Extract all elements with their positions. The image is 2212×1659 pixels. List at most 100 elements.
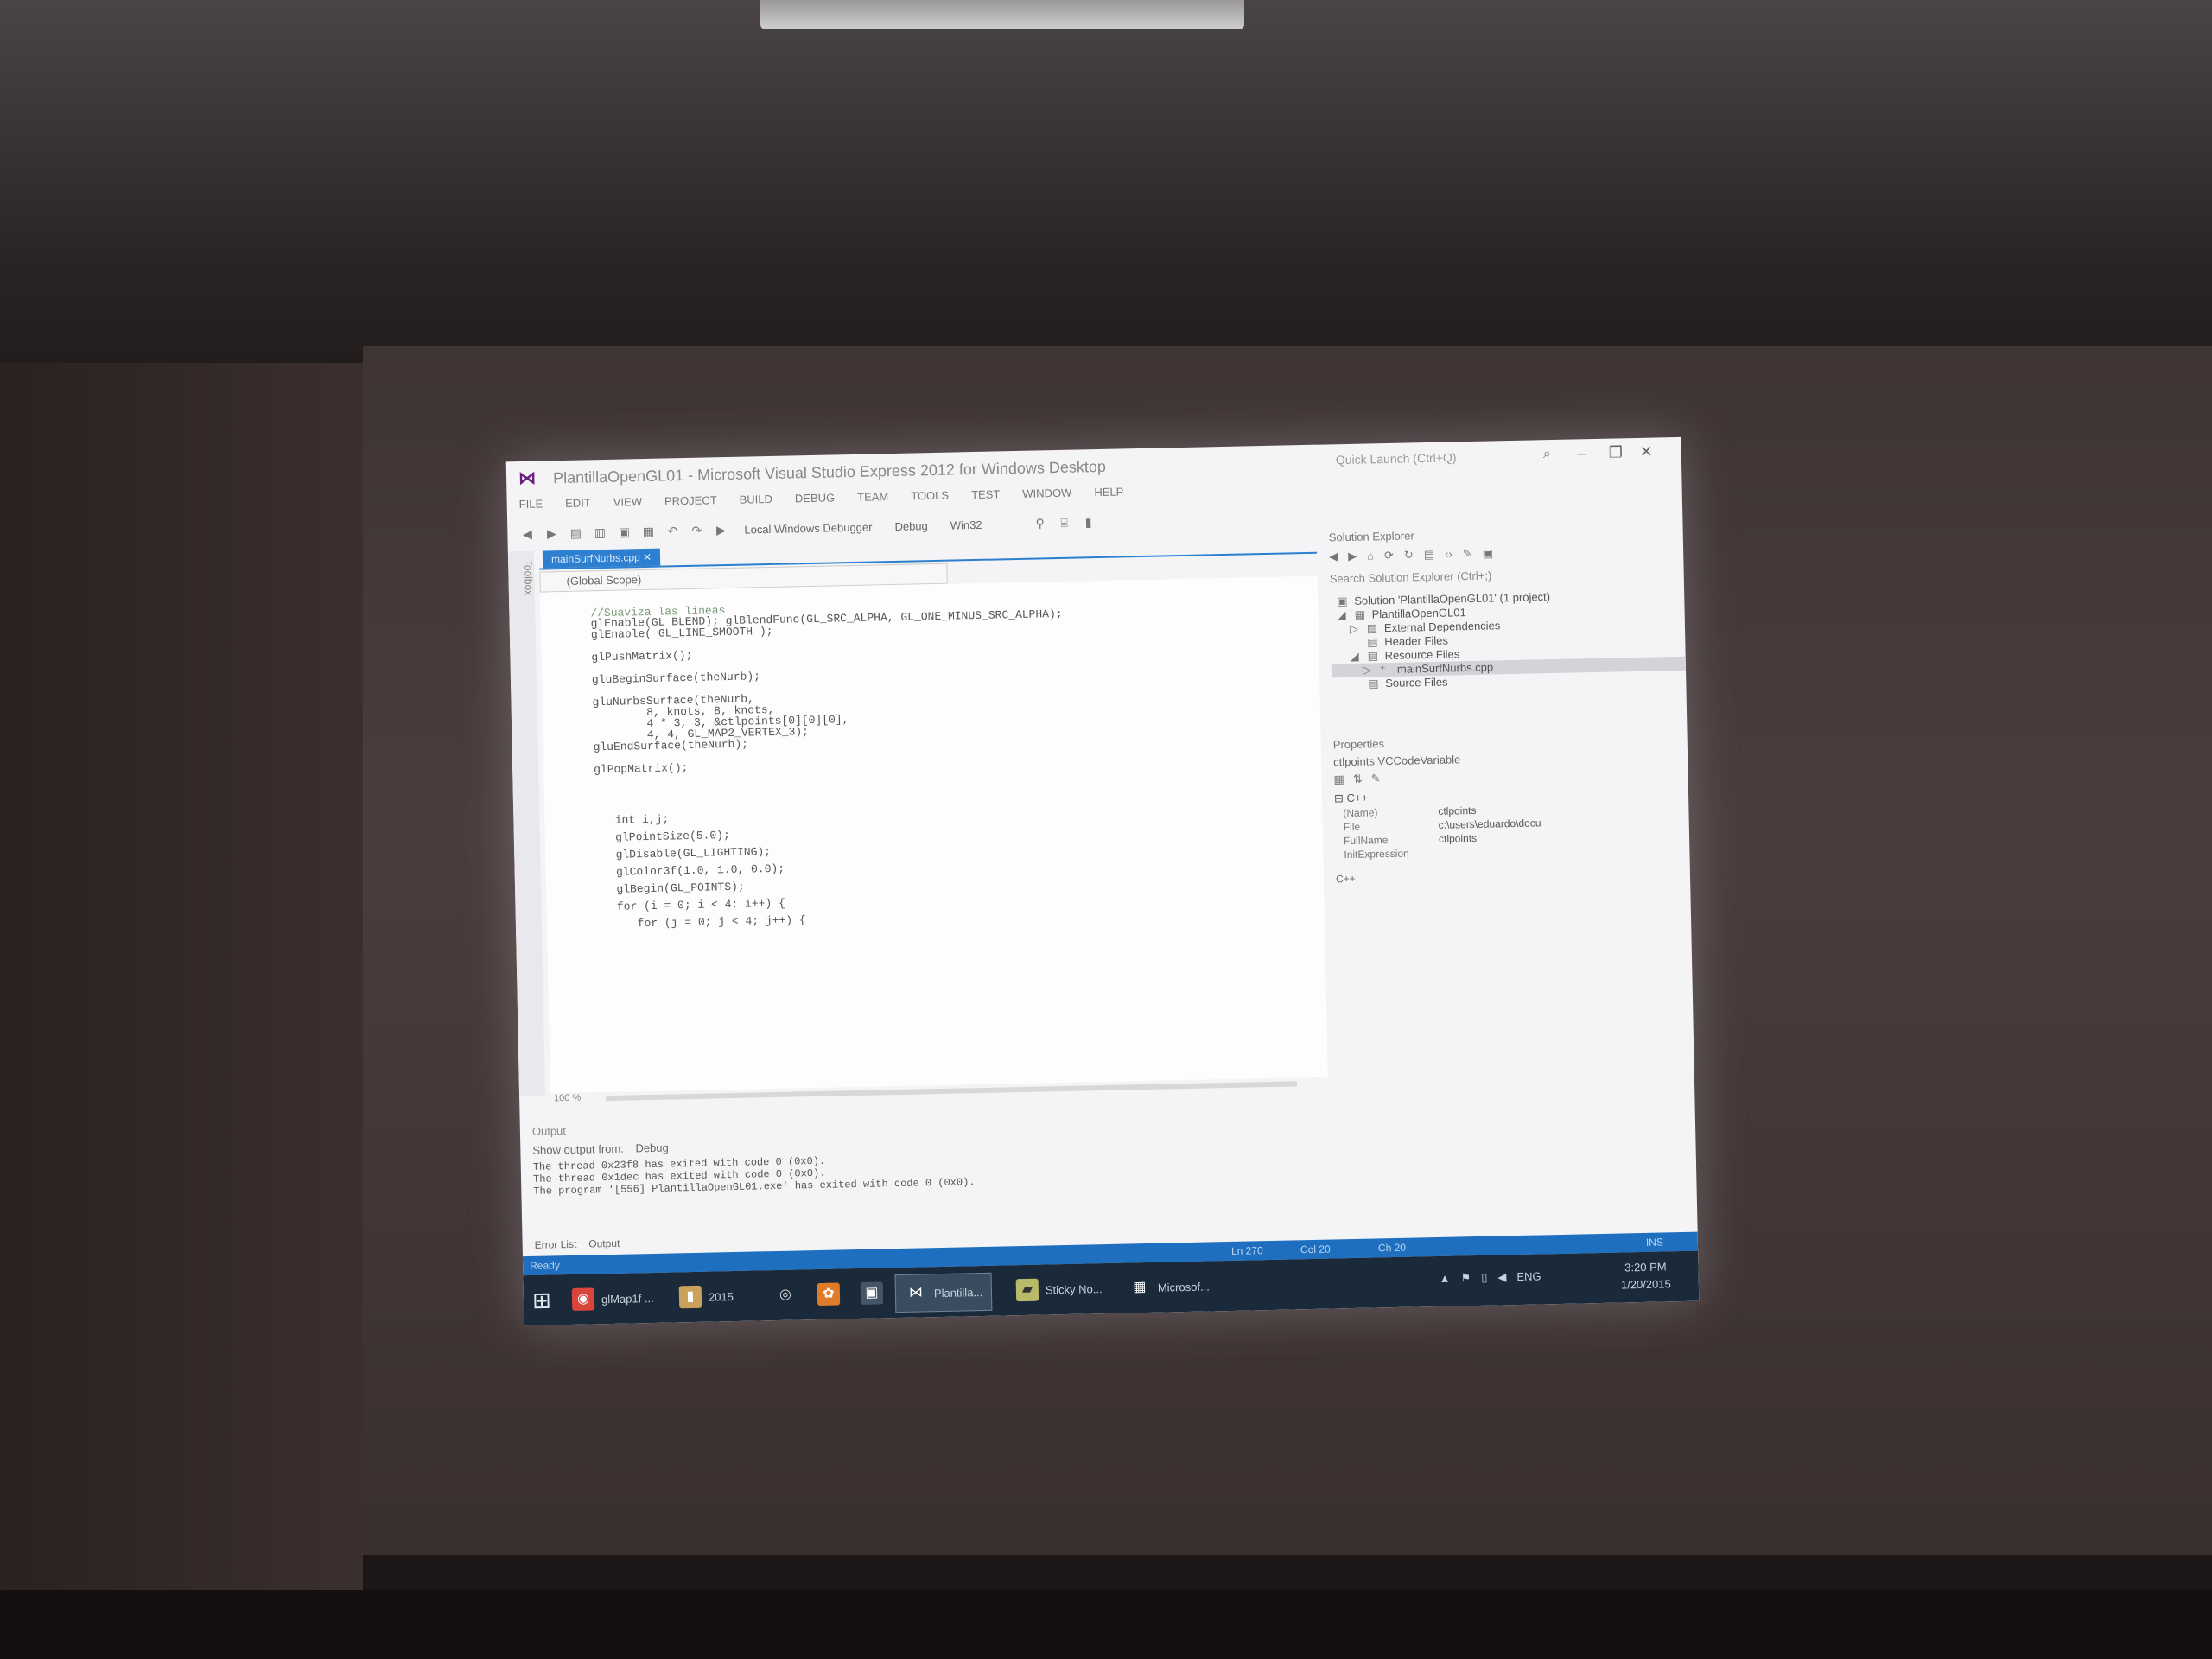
menu-help[interactable]: HELP (1094, 485, 1123, 505)
menu-team[interactable]: TEAM (857, 490, 889, 510)
code-editor[interactable]: //Suaviza las lineas glEnable(GL_BLEND);… (539, 575, 1328, 1094)
visual-studio-icon: ⋈ (908, 1285, 924, 1300)
window-title: PlantillaOpenGL01 - Microsoft Visual Stu… (552, 457, 1107, 486)
taskbar-visual-studio[interactable]: ⋈ Plantilla... (894, 1272, 993, 1313)
ceiling-light (760, 0, 1244, 29)
properties-category[interactable]: ⊟ C++ (1334, 791, 1368, 806)
save-icon[interactable]: ▣ (616, 524, 632, 539)
code-line: glPopMatrix(); (594, 761, 689, 777)
expanded-arrow-icon: ◢ (1350, 649, 1359, 663)
code-line: for (j = 0; j < 4; j++) { (596, 913, 806, 931)
app-icon: ◎ (779, 1287, 792, 1302)
project-icon: ▦ (1354, 607, 1366, 621)
menu-project[interactable]: PROJECT (664, 493, 717, 513)
solution-icon: ▣ (1337, 594, 1348, 608)
open-icon[interactable]: ▥ (592, 524, 607, 540)
menu-file[interactable]: FILE (519, 497, 543, 517)
tree-item-header-files[interactable]: ▤ Header Files (1367, 634, 1448, 650)
property-pages-icon[interactable]: ✎ (1371, 772, 1381, 785)
bottom-panel-tabs: Error List Output (535, 1237, 620, 1251)
tab-error-list[interactable]: Error List (535, 1238, 577, 1251)
back-icon[interactable]: ◀ (519, 526, 535, 542)
code-line: for (i = 0; i < 4; i++) { (596, 896, 786, 914)
save-all-icon[interactable]: ▦ (640, 524, 656, 539)
windows-start-icon[interactable]: ⊞ (532, 1287, 551, 1313)
solution-explorer-search[interactable]: Search Solution Explorer (Ctrl+;) (1330, 565, 1675, 585)
show-hidden-icons-icon[interactable]: ▲ (1440, 1272, 1451, 1286)
collapse-box-icon: ⊟ (1333, 791, 1347, 805)
status-column: Col 20 (1300, 1243, 1331, 1256)
folder-icon: ▤ (1368, 677, 1379, 690)
configuration-select[interactable]: Debug (887, 518, 935, 533)
view-code-icon[interactable]: ‹› (1445, 547, 1452, 561)
taskbar-microsoft[interactable]: ▦ Microsof... (1119, 1268, 1218, 1306)
redo-icon[interactable]: ↷ (689, 523, 704, 538)
taskbar-folder[interactable]: ▮ 2015 (671, 1278, 743, 1316)
collapse-all-icon[interactable]: ▤ (1424, 548, 1435, 562)
room-floor (0, 1590, 2212, 1659)
taskbar-sticky-notes[interactable]: ▰ Sticky No... (1007, 1270, 1111, 1308)
status-char: Ch 20 (1377, 1241, 1407, 1255)
code-line: glColor3f(1.0, 1.0, 0.0); (595, 861, 785, 880)
find-icon[interactable]: ⚲ (1032, 515, 1047, 531)
minimize-icon[interactable]: – (1578, 444, 1586, 462)
tree-item-external-dependencies[interactable]: ▷ ▤ External Dependencies (1350, 619, 1501, 636)
clock-date: 1/20/2015 (1620, 1277, 1671, 1292)
properties-object-select[interactable]: ctlpoints VCCodeVariable (1333, 753, 1460, 768)
start-debugging-icon[interactable]: ▶ (713, 522, 728, 537)
menu-edit[interactable]: EDIT (565, 496, 591, 516)
tree-item-source-files[interactable]: ▤ Source Files (1368, 676, 1448, 691)
taskbar-app-3[interactable]: ▣ (851, 1274, 892, 1312)
new-project-icon[interactable]: ▤ (568, 524, 583, 540)
code-line: glEnable( GL_LINE_SMOOTH ); (590, 624, 773, 642)
editor-tab-mainsurfnurbs[interactable]: mainSurfNurbs.cpp ✕ (542, 548, 661, 569)
flag-icon[interactable]: ⚑ (1460, 1271, 1471, 1285)
close-icon[interactable]: ✕ (1640, 443, 1654, 461)
output-source-select[interactable]: Debug (635, 1141, 669, 1155)
preview-icon[interactable]: ▣ (1483, 546, 1494, 560)
output-source: Show output from: Debug (532, 1141, 669, 1157)
categorized-icon[interactable]: ▦ (1333, 772, 1344, 786)
volume-icon[interactable]: ◀ (1497, 1270, 1506, 1284)
solution-explorer-toolbar: ◀ ▶ ⌂ ⟳ ↻ ▤ ‹› ✎ ▣ (1329, 546, 1493, 563)
debugger-select[interactable]: Local Windows Debugger (737, 520, 879, 536)
taskbar-app-1[interactable]: ◎ (766, 1276, 806, 1313)
back-icon[interactable]: ◀ (1329, 550, 1338, 563)
restore-icon[interactable]: ❐ (1609, 443, 1624, 461)
home-icon[interactable]: ⌂ (1367, 549, 1374, 563)
comment-icon[interactable]: ⌸ (1056, 515, 1071, 531)
room-ceiling (0, 0, 2212, 363)
code-line: int i,j; (594, 812, 670, 828)
expanded-arrow-icon: ◢ (1337, 608, 1346, 622)
bookmark-icon[interactable]: ▮ (1080, 514, 1096, 530)
app-icon: ▣ (860, 1281, 884, 1305)
menu-view[interactable]: VIEW (613, 495, 643, 515)
search-icon[interactable]: ⌕ (1543, 447, 1551, 462)
code-line: gluBeginSurface(theNurb); (591, 670, 761, 687)
properties-wrench-icon[interactable]: ✎ (1463, 547, 1472, 561)
forward-icon[interactable]: ▶ (543, 525, 559, 541)
platform-select[interactable]: Win32 (944, 518, 989, 531)
language-indicator[interactable]: ENG (1516, 1269, 1541, 1284)
menu-window[interactable]: WINDOW (1022, 486, 1071, 506)
tab-output[interactable]: Output (588, 1237, 620, 1250)
taskbar-clock[interactable]: 3:20 PM 1/20/2015 (1620, 1258, 1671, 1294)
code-line: glDisable(GL_LIGHTING); (595, 845, 772, 862)
taskbar-app-2[interactable]: ✿ (809, 1275, 849, 1313)
taskbar-chrome[interactable]: ◉ glMap1f ... (563, 1280, 664, 1318)
zoom-level[interactable]: 100 % (554, 1093, 581, 1104)
properties-title: Properties (1332, 737, 1385, 752)
menu-build[interactable]: BUILD (739, 493, 772, 512)
refresh-icon[interactable]: ↻ (1404, 548, 1414, 562)
undo-icon[interactable]: ↶ (664, 523, 680, 538)
alphabetical-icon[interactable]: ⇅ (1353, 772, 1363, 786)
close-tab-icon[interactable]: ✕ (643, 551, 652, 563)
output-title: Output (531, 1124, 567, 1138)
menu-debug[interactable]: DEBUG (795, 491, 836, 511)
sync-icon[interactable]: ⟳ (1384, 549, 1394, 563)
editor-tab-label: mainSurfNurbs.cpp (550, 551, 640, 566)
menu-tools[interactable]: TOOLS (911, 489, 949, 509)
forward-icon[interactable]: ▶ (1348, 550, 1357, 563)
battery-icon[interactable]: ▯ (1481, 1271, 1487, 1285)
menu-test[interactable]: TEST (971, 487, 1001, 507)
